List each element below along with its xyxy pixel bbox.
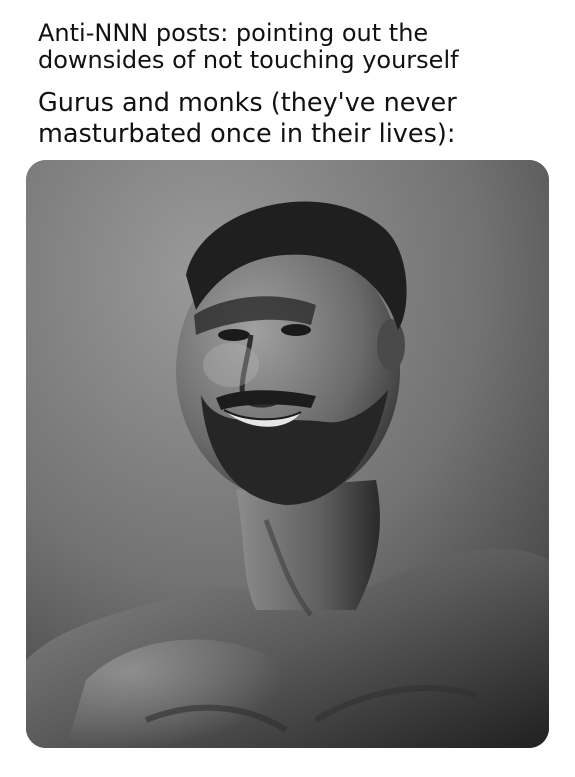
portrait-photo	[26, 160, 549, 748]
portrait-illustration	[26, 160, 549, 748]
eye	[281, 324, 311, 336]
caption-bottom: Gurus and monks (they've never masturbat…	[38, 88, 457, 150]
ear	[377, 319, 405, 371]
eye	[218, 329, 250, 341]
caption-top: Anti-NNN posts: pointing out the downsid…	[38, 20, 459, 74]
caption-top-line: downsides of not touching yourself	[38, 46, 459, 74]
caption-top-line: Anti-NNN posts: pointing out the	[38, 19, 429, 47]
caption-bottom-line: Gurus and monks (they've never	[38, 88, 457, 118]
caption-bottom-line: masturbated once in their lives):	[38, 119, 456, 149]
meme-card: Anti-NNN posts: pointing out the downsid…	[0, 0, 575, 777]
cheek-highlight	[203, 343, 259, 387]
